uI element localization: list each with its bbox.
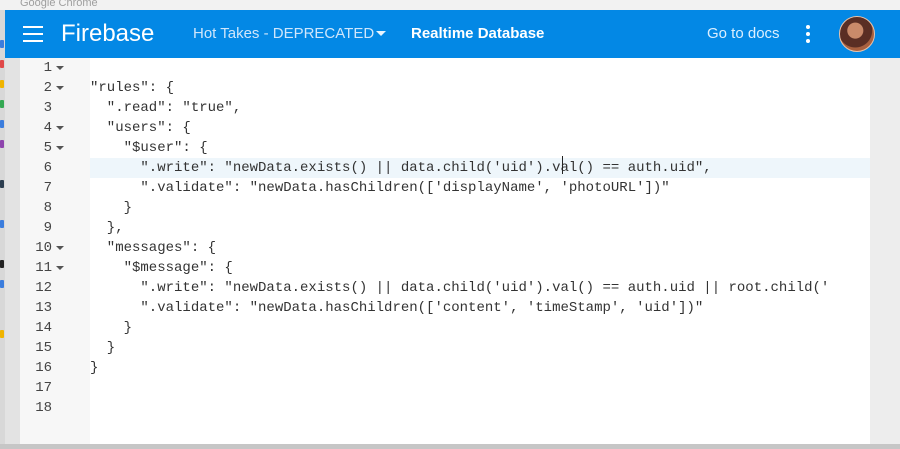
- line-number: 11: [35, 260, 52, 276]
- fold-arrow-icon[interactable]: [56, 66, 64, 70]
- line-number: 2: [43, 80, 52, 96]
- line-number: 10: [35, 240, 52, 256]
- brand-logo[interactable]: Firebase: [61, 20, 154, 48]
- os-dock: [0, 10, 5, 449]
- fold-arrow-icon[interactable]: [56, 246, 64, 250]
- dock-app-icon[interactable]: [0, 180, 4, 188]
- dock-app-icon[interactable]: [0, 60, 4, 68]
- line-number: 6: [43, 160, 52, 176]
- line-number: 8: [43, 200, 52, 216]
- code-line[interactable]: 11 "$message": {: [20, 258, 870, 278]
- code-text[interactable]: [90, 58, 870, 78]
- dock-app-icon[interactable]: [0, 120, 4, 128]
- dock-app-icon[interactable]: [0, 330, 4, 338]
- fold-arrow-icon[interactable]: [56, 86, 64, 90]
- line-number: 18: [35, 400, 52, 416]
- code-line[interactable]: 2 "rules": {: [20, 78, 870, 98]
- line-number: 7: [43, 180, 52, 196]
- line-number: 4: [43, 120, 52, 136]
- code-text[interactable]: },: [90, 218, 870, 238]
- menu-icon[interactable]: [23, 26, 43, 42]
- editor-scrollbar-track[interactable]: [870, 58, 900, 444]
- code-line[interactable]: 12 ".write": "newData.exists() || data.c…: [20, 278, 870, 298]
- dock-app-icon[interactable]: [0, 280, 4, 288]
- line-number: 17: [35, 380, 52, 396]
- code-text[interactable]: }: [90, 358, 870, 378]
- code-text[interactable]: "messages": {: [90, 238, 870, 258]
- code-line[interactable]: 1: [20, 58, 870, 78]
- line-number: 5: [43, 140, 52, 156]
- fold-arrow-icon[interactable]: [56, 126, 64, 130]
- code-line[interactable]: 15 }: [20, 338, 870, 358]
- code-text[interactable]: [90, 378, 870, 398]
- code-text[interactable]: ".read": "true",: [90, 98, 870, 118]
- code-text[interactable]: ".write": "newData.exists() || data.chil…: [90, 278, 870, 298]
- bottom-edge: [0, 444, 900, 449]
- code-text[interactable]: "users": {: [90, 118, 870, 138]
- text-cursor: [562, 156, 563, 174]
- code-text[interactable]: ".write": "newData.exists() || data.chil…: [90, 158, 870, 178]
- line-number: 12: [35, 280, 52, 296]
- code-line[interactable]: 4 "users": {: [20, 118, 870, 138]
- code-line[interactable]: 6 ".write": "newData.exists() || data.ch…: [20, 158, 870, 178]
- code-line[interactable]: 10 "messages": {: [20, 238, 870, 258]
- code-line[interactable]: 8 }: [20, 198, 870, 218]
- fold-arrow-icon[interactable]: [56, 146, 64, 150]
- code-line[interactable]: 16}: [20, 358, 870, 378]
- line-number: 3: [43, 100, 52, 116]
- line-number: 14: [35, 320, 52, 336]
- code-text[interactable]: }: [90, 338, 870, 358]
- code-line[interactable]: 9 },: [20, 218, 870, 238]
- dock-app-icon[interactable]: [0, 260, 4, 268]
- code-line[interactable]: 5 "$user": {: [20, 138, 870, 158]
- line-number: 9: [43, 220, 52, 236]
- rules-editor[interactable]: 1 2 "rules": {3 ".read": "true", 4 "users":…: [20, 58, 870, 444]
- dock-app-icon[interactable]: [0, 100, 4, 108]
- code-line[interactable]: 17: [20, 378, 870, 398]
- avatar[interactable]: [839, 16, 875, 52]
- code-line[interactable]: 13 ".validate": "newData.hasChildren(['c…: [20, 298, 870, 318]
- code-line[interactable]: 7 ".validate": "newData.hasChildren(['di…: [20, 178, 870, 198]
- dock-app-icon[interactable]: [0, 80, 4, 88]
- code-text[interactable]: "rules": {: [90, 78, 870, 98]
- code-text[interactable]: }: [90, 198, 870, 218]
- line-number: 16: [35, 360, 52, 376]
- line-number: 13: [35, 300, 52, 316]
- dock-app-icon[interactable]: [0, 220, 4, 228]
- code-text[interactable]: ".validate": "newData.hasChildren(['cont…: [90, 298, 870, 318]
- line-number: 15: [35, 340, 52, 356]
- chevron-down-icon[interactable]: [376, 31, 386, 36]
- dock-app-icon[interactable]: [0, 40, 4, 48]
- code-line[interactable]: 18: [20, 398, 870, 418]
- code-text[interactable]: }: [90, 318, 870, 338]
- code-text[interactable]: ".validate": "newData.hasChildren(['disp…: [90, 178, 870, 198]
- dock-app-icon[interactable]: [0, 140, 4, 148]
- fold-arrow-icon[interactable]: [56, 266, 64, 270]
- window-title: Google Chrome: [20, 0, 98, 9]
- project-selector[interactable]: Hot Takes - DEPRECATED: [193, 25, 374, 42]
- code-text[interactable]: "$user": {: [90, 138, 870, 158]
- code-line[interactable]: 14 }: [20, 318, 870, 338]
- code-line[interactable]: 3 ".read": "true",: [20, 98, 870, 118]
- line-number: 1: [43, 60, 52, 76]
- more-vert-icon[interactable]: [806, 25, 810, 43]
- app-header: Firebase Hot Takes - DEPRECATED Realtime…: [5, 10, 900, 58]
- section-title: Realtime Database: [411, 25, 545, 42]
- code-text[interactable]: "$message": {: [90, 258, 870, 278]
- go-to-docs-link[interactable]: Go to docs: [707, 25, 780, 42]
- code-text[interactable]: [90, 398, 870, 418]
